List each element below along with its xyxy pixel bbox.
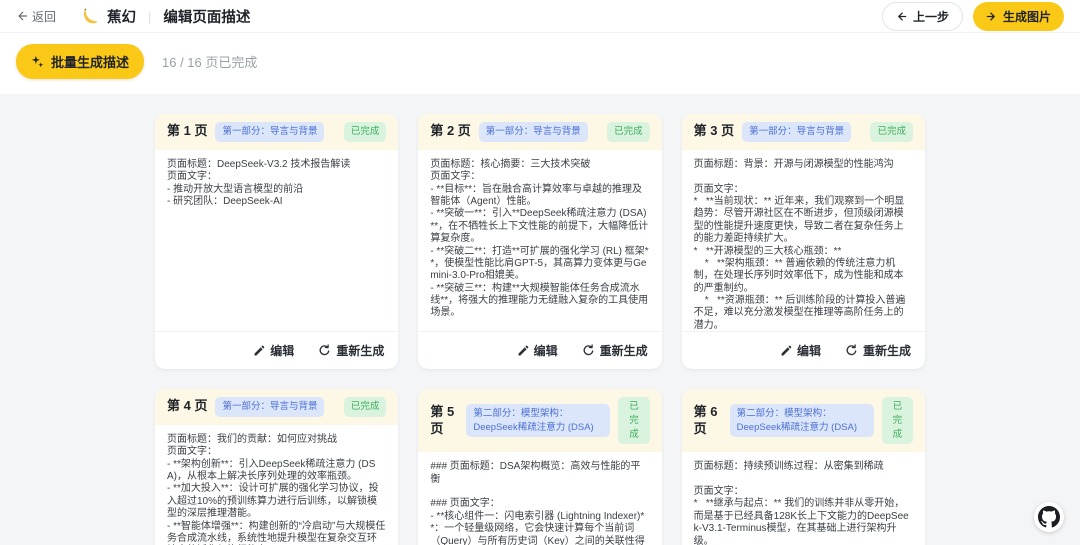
edit-button[interactable]: 编辑 — [517, 342, 558, 359]
edit-label: 编辑 — [796, 344, 821, 358]
section-badge: 第一部分：导言与背景 — [215, 122, 325, 142]
status-badge: 已完成 — [607, 122, 650, 142]
regenerate-label: 重新生成 — [862, 344, 911, 358]
status-badge: 已完成 — [343, 397, 387, 417]
back-button[interactable]: 返回 — [16, 8, 56, 25]
edit-button[interactable]: 编辑 — [253, 342, 294, 359]
page-title: 编辑页面描述 — [163, 9, 251, 26]
regenerate-button[interactable]: 重新生成 — [845, 342, 911, 359]
page-number: 第 5 页 — [430, 403, 455, 436]
edit-label: 编辑 — [270, 344, 295, 358]
pencil-icon — [517, 345, 529, 357]
page-card-2: 第 2 页 第一部分：导言与背景 已完成 页面标题：核心摘要：三大技术突破 页面… — [418, 114, 662, 369]
banana-icon — [82, 7, 100, 25]
section-badge: 第二部分：模型架构：DeepSeek稀疏注意力 (DSA) — [729, 403, 874, 438]
card-header: 第 5 页 第二部分：模型架构：DeepSeek稀疏注意力 (DSA) 已完成 — [418, 389, 662, 453]
page-card-grid: 第 1 页 第一部分：导言与背景 已完成 页面标题：DeepSeek-V3.2 … — [155, 114, 925, 545]
card-header: 第 6 页 第二部分：模型架构：DeepSeek稀疏注意力 (DSA) 已完成 — [681, 389, 925, 453]
page-description-text[interactable]: 页面标题：持续预训练过程：从密集到稀疏 页面文字： * **继承与起点：** 我… — [682, 452, 925, 545]
arrow-left-icon — [896, 11, 907, 22]
refresh-icon — [845, 344, 858, 357]
page-card-6: 第 6 页 第二部分：模型架构：DeepSeek稀疏注意力 (DSA) 已完成 … — [681, 389, 925, 545]
page-description-text[interactable]: ### 页面标题：DSA架构概览：高效与性能的平衡 ### 页面文字： - **… — [418, 452, 661, 545]
status-badge: 已完成 — [618, 397, 650, 445]
page-card-4: 第 4 页 第一部分：导言与背景 已完成 页面标题：我们的贡献：如何应对挑战 页… — [155, 389, 399, 545]
refresh-icon — [582, 344, 595, 357]
status-badge: 已完成 — [870, 122, 913, 142]
page-card-5: 第 5 页 第二部分：模型架构：DeepSeek稀疏注意力 (DSA) 已完成 … — [418, 389, 662, 545]
card-footer: 编辑 重新生成 — [155, 331, 399, 369]
page-number: 第 4 页 — [167, 398, 208, 414]
github-button[interactable] — [1034, 502, 1064, 532]
app-logo: 蕉幻 — [82, 6, 136, 27]
generate-image-button[interactable]: 生成图片 — [972, 1, 1064, 31]
status-badge: 已完成 — [881, 397, 913, 445]
page-number: 第 3 页 — [693, 123, 735, 139]
arrow-left-icon — [16, 10, 28, 22]
content-area: 第 1 页 第一部分：导言与背景 已完成 页面标题：DeepSeek-V3.2 … — [0, 94, 1080, 545]
top-bar: 返回 蕉幻 | 编辑页面描述 上一步 生成图片 — [0, 0, 1080, 33]
page-description-text[interactable]: 页面标题：DeepSeek-V3.2 技术报告解读 页面文字： - 推动开放大型… — [155, 150, 398, 331]
section-badge: 第二部分：模型架构：DeepSeek稀疏注意力 (DSA) — [466, 403, 611, 438]
page-number: 第 1 页 — [167, 123, 208, 139]
page-description-text[interactable]: 页面标题：核心摘要：三大技术突破 页面文字： - **目标**：旨在融合高计算效… — [418, 150, 661, 331]
page-card-1: 第 1 页 第一部分：导言与背景 已完成 页面标题：DeepSeek-V3.2 … — [155, 114, 399, 369]
prev-step-button[interactable]: 上一步 — [881, 1, 963, 31]
batch-generate-button[interactable]: 批量生成描述 — [16, 44, 145, 79]
card-header: 第 2 页 第一部分：导言与背景 已完成 — [418, 114, 662, 150]
card-header: 第 3 页 第一部分：导言与背景 已完成 — [681, 114, 925, 150]
prev-step-label: 上一步 — [912, 9, 949, 24]
sparkles-icon — [31, 55, 44, 68]
refresh-icon — [318, 344, 331, 357]
batch-generate-label: 批量生成描述 — [51, 55, 130, 70]
card-header: 第 4 页 第一部分：导言与背景 已完成 — [155, 389, 399, 425]
page-card-3: 第 3 页 第一部分：导言与背景 已完成 页面标题：背景：开源与闭源模型的性能鸿… — [681, 114, 925, 369]
regenerate-label: 重新生成 — [336, 344, 385, 358]
title-divider: | — [148, 8, 152, 24]
edit-label: 编辑 — [533, 344, 558, 358]
page-description-text[interactable]: 页面标题：背景：开源与闭源模型的性能鸿沟 页面文字： * **当前现状：** 近… — [682, 150, 925, 331]
page-number: 第 6 页 — [693, 403, 718, 436]
github-icon — [1038, 506, 1060, 528]
back-label: 返回 — [32, 9, 57, 24]
generate-image-label: 生成图片 — [1002, 9, 1051, 24]
regenerate-button[interactable]: 重新生成 — [582, 342, 648, 359]
card-header: 第 1 页 第一部分：导言与背景 已完成 — [155, 114, 399, 150]
section-badge: 第一部分：导言与背景 — [742, 122, 852, 142]
page-description-text[interactable]: 页面标题：我们的贡献：如何应对挑战 页面文字： - **架构创新**：引入Dee… — [155, 425, 398, 545]
arrow-right-icon — [986, 11, 997, 22]
status-badge: 已完成 — [343, 122, 387, 142]
edit-button[interactable]: 编辑 — [780, 342, 821, 359]
section-badge: 第一部分：导言与背景 — [215, 397, 325, 417]
card-footer: 编辑 重新生成 — [418, 331, 662, 369]
regenerate-label: 重新生成 — [599, 344, 648, 358]
card-footer: 编辑 重新生成 — [681, 331, 925, 369]
section-badge: 第一部分：导言与背景 — [478, 122, 588, 142]
progress-text: 16 / 16 页已完成 — [162, 55, 258, 70]
pencil-icon — [253, 345, 265, 357]
page-number: 第 2 页 — [430, 123, 471, 139]
pencil-icon — [780, 345, 792, 357]
app-header: 返回 蕉幻 | 编辑页面描述 上一步 生成图片 批量生成描述 16 / 16 页… — [0, 0, 1080, 94]
regenerate-button[interactable]: 重新生成 — [318, 342, 384, 359]
app-name: 蕉幻 — [107, 9, 137, 26]
toolbar: 批量生成描述 16 / 16 页已完成 — [0, 33, 1080, 94]
